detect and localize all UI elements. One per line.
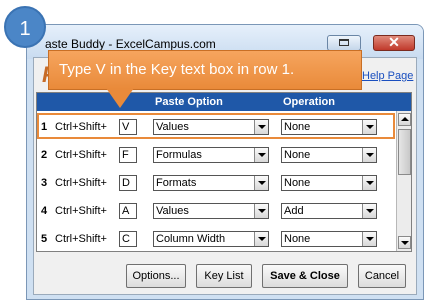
operation-value: None bbox=[284, 233, 311, 245]
header-operation: Operation bbox=[283, 96, 335, 108]
scroll-up-button[interactable] bbox=[398, 113, 411, 126]
close-button[interactable]: ✕ bbox=[373, 34, 415, 51]
grid-header: Paste Option Operation bbox=[37, 93, 411, 111]
chevron-down-icon bbox=[258, 153, 266, 157]
key-input[interactable]: D bbox=[119, 175, 137, 191]
step-number-badge: 1 bbox=[4, 6, 46, 48]
row-number: 2 bbox=[41, 149, 48, 161]
modifier-label: Ctrl+Shift+ bbox=[55, 177, 107, 189]
paste-option-value: Formulas bbox=[156, 149, 202, 161]
row-number: 5 bbox=[41, 233, 48, 245]
paste-option-value: Values bbox=[156, 205, 189, 217]
dropdown-button[interactable] bbox=[254, 232, 268, 246]
key-input[interactable]: A bbox=[119, 203, 137, 219]
chevron-down-icon bbox=[366, 237, 374, 241]
shortcut-grid: Paste Option Operation 1 Ctrl+Shift+ V V… bbox=[36, 92, 412, 252]
key-input[interactable]: C bbox=[119, 231, 137, 247]
vertical-scrollbar[interactable] bbox=[396, 111, 411, 251]
scroll-down-button[interactable] bbox=[398, 236, 411, 249]
operation-dropdown[interactable]: None bbox=[281, 175, 377, 191]
dropdown-button[interactable] bbox=[362, 232, 376, 246]
scroll-thumb[interactable] bbox=[398, 129, 411, 175]
screenshot-stage: aste Buddy - ExcelCampus.com ✕ P Help Pa… bbox=[0, 0, 430, 308]
close-icon: ✕ bbox=[388, 34, 400, 50]
modifier-label: Ctrl+Shift+ bbox=[55, 205, 107, 217]
operation-value: Add bbox=[284, 205, 304, 217]
paste-option-value: Column Width bbox=[156, 233, 226, 245]
instruction-callout: Type V in the Key text box in row 1. bbox=[48, 50, 362, 90]
arrow-up-icon bbox=[401, 117, 409, 121]
options-button[interactable]: Options... bbox=[126, 264, 186, 288]
operation-dropdown[interactable]: None bbox=[281, 147, 377, 163]
cancel-button[interactable]: Cancel bbox=[358, 264, 406, 288]
paste-option-dropdown[interactable]: Formats bbox=[153, 175, 269, 191]
table-row: 2 Ctrl+Shift+ F Formulas None bbox=[37, 141, 397, 169]
arrow-down-icon bbox=[401, 241, 409, 245]
row-highlight bbox=[37, 113, 395, 139]
dropdown-button[interactable] bbox=[254, 148, 268, 162]
operation-dropdown[interactable]: None bbox=[281, 231, 377, 247]
chevron-down-icon bbox=[366, 153, 374, 157]
key-list-button[interactable]: Key List bbox=[196, 264, 252, 288]
help-page-link[interactable]: Help Page bbox=[362, 70, 413, 82]
dropdown-button[interactable] bbox=[254, 176, 268, 190]
chevron-down-icon bbox=[258, 237, 266, 241]
operation-dropdown[interactable]: Add bbox=[281, 203, 377, 219]
dropdown-button[interactable] bbox=[362, 176, 376, 190]
dropdown-button[interactable] bbox=[254, 204, 268, 218]
table-row: 1 Ctrl+Shift+ V Values None bbox=[37, 113, 397, 141]
restore-button[interactable] bbox=[327, 35, 361, 51]
row-number: 4 bbox=[41, 205, 48, 217]
paste-option-value: Formats bbox=[156, 177, 197, 189]
table-row: 4 Ctrl+Shift+ A Values Add bbox=[37, 197, 397, 225]
row-number: 3 bbox=[41, 177, 48, 189]
table-row: 5 Ctrl+Shift+ C Column Width None bbox=[37, 225, 397, 253]
modifier-label: Ctrl+Shift+ bbox=[55, 233, 107, 245]
chevron-down-icon bbox=[258, 181, 266, 185]
modifier-label: Ctrl+Shift+ bbox=[55, 149, 107, 161]
chevron-down-icon bbox=[366, 181, 374, 185]
restore-icon bbox=[339, 39, 349, 46]
paste-option-dropdown[interactable]: Column Width bbox=[153, 231, 269, 247]
chevron-down-icon bbox=[258, 209, 266, 213]
dropdown-button[interactable] bbox=[362, 148, 376, 162]
paste-option-dropdown[interactable]: Values bbox=[153, 203, 269, 219]
header-paste-option: Paste Option bbox=[155, 96, 223, 108]
chevron-down-icon bbox=[366, 209, 374, 213]
dialog-body: P Help Page Paste Option Operation 1 Ctr… bbox=[33, 57, 417, 295]
operation-value: None bbox=[284, 149, 311, 161]
window-title: aste Buddy - ExcelCampus.com bbox=[45, 37, 216, 51]
operation-value: None bbox=[284, 177, 311, 189]
table-row: 3 Ctrl+Shift+ D Formats None bbox=[37, 169, 397, 197]
callout-pointer bbox=[106, 88, 134, 108]
save-close-button[interactable]: Save & Close bbox=[262, 264, 348, 288]
key-input[interactable]: F bbox=[119, 147, 137, 163]
dropdown-button[interactable] bbox=[362, 204, 376, 218]
paste-option-dropdown[interactable]: Formulas bbox=[153, 147, 269, 163]
